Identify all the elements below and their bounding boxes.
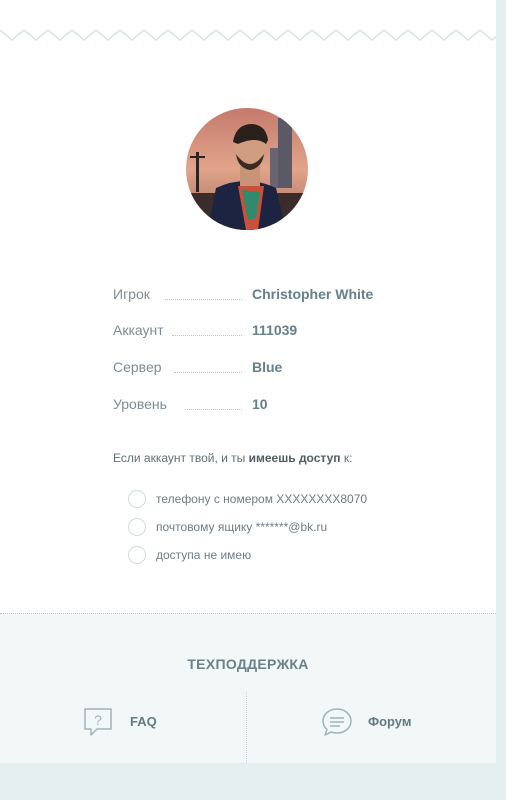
svg-text:?: ? xyxy=(94,712,102,728)
option-no-access-label[interactable]: доступа не имею xyxy=(156,547,251,563)
question-text-start: Если аккаунт твой, и ты xyxy=(113,451,249,465)
option-phone-label[interactable]: телефону с номером XXXXXXXX8070 xyxy=(156,491,367,507)
server-value: Blue xyxy=(252,359,283,375)
forum-label[interactable]: Форум xyxy=(368,714,411,729)
access-question: Если аккаунт твой, и ты имеешь доступ к: xyxy=(113,450,352,466)
chat-bubble-icon xyxy=(321,706,353,743)
zigzag-border xyxy=(0,28,496,42)
info-row-player: Игрок Christopher White xyxy=(113,285,413,305)
account-label: Аккаунт xyxy=(113,321,170,339)
radio-button[interactable] xyxy=(128,490,146,508)
option-email-label[interactable]: почтовому ящику *******@bk.ru xyxy=(156,519,327,535)
level-label: Уровень xyxy=(113,395,173,413)
player-name-value: Christopher White xyxy=(252,286,374,302)
info-row-server: Сервер Blue xyxy=(113,358,413,378)
info-row-account: Аккаунт 111039 xyxy=(113,321,413,341)
level-value: 10 xyxy=(252,396,268,412)
player-label: Игрок xyxy=(113,285,156,303)
dotted-leader xyxy=(174,372,242,373)
account-card: Игрок Christopher White Аккаунт 111039 С… xyxy=(0,0,496,763)
radio-button[interactable] xyxy=(128,518,146,536)
dotted-leader xyxy=(185,409,242,410)
faq-link[interactable]: ? FAQ xyxy=(82,706,172,740)
dotted-leader xyxy=(172,335,242,336)
info-row-level: Уровень 10 xyxy=(113,395,413,415)
faq-label[interactable]: FAQ xyxy=(130,714,157,729)
server-label: Сервер xyxy=(113,358,168,376)
question-bubble-icon: ? xyxy=(82,706,114,743)
player-avatar xyxy=(186,108,308,230)
radio-button[interactable] xyxy=(128,546,146,564)
dotted-leader xyxy=(165,299,242,300)
support-title: ТЕХПОДДЕРЖКА xyxy=(187,656,309,672)
forum-link[interactable]: Форум xyxy=(321,706,431,740)
support-column-divider xyxy=(246,692,247,763)
support-section: ТЕХПОДДЕРЖКА ? FAQ Форум xyxy=(0,614,496,763)
account-id-value: 111039 xyxy=(252,322,298,338)
question-text-bold: имеешь доступ xyxy=(248,451,341,465)
question-text-end: к: xyxy=(340,451,353,465)
